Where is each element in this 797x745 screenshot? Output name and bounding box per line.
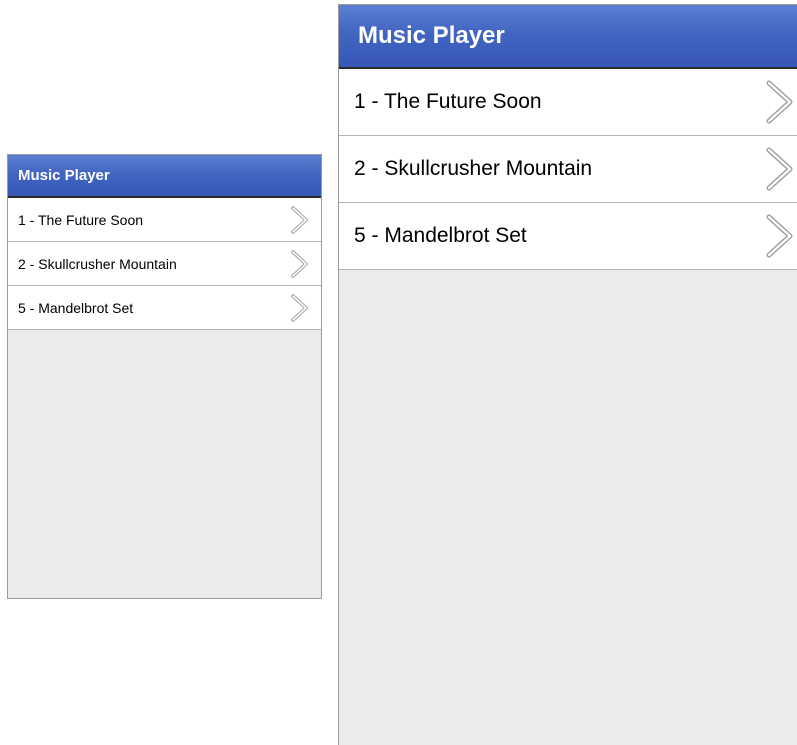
chevron-right-icon[interactable] — [291, 293, 309, 322]
track-row-3[interactable]: 5 - Mandelbrot Set — [339, 203, 797, 270]
title-bar: Music Player — [8, 155, 321, 198]
music-player-large-view: Music Player 1 - The Future Soon 2 - Sku… — [338, 4, 797, 745]
title-bar: Music Player — [339, 5, 797, 69]
track-row-2[interactable]: 2 - Skullcrusher Mountain — [8, 242, 321, 286]
track-label: 2 - Skullcrusher Mountain — [18, 255, 177, 272]
app-title: Music Player — [358, 22, 505, 49]
chevron-right-icon[interactable] — [765, 146, 795, 192]
track-label: 1 - The Future Soon — [354, 90, 542, 113]
chevron-right-icon[interactable] — [291, 249, 309, 278]
app-title: Music Player — [18, 167, 110, 184]
track-row-1[interactable]: 1 - The Future Soon — [339, 69, 797, 136]
track-list: 1 - The Future Soon 2 - Skullcrusher Mou… — [339, 69, 797, 270]
chevron-right-icon[interactable] — [765, 213, 795, 259]
chevron-right-icon[interactable] — [765, 79, 795, 125]
track-list: 1 - The Future Soon 2 - Skullcrusher Mou… — [8, 198, 321, 330]
track-row-1[interactable]: 1 - The Future Soon — [8, 198, 321, 242]
track-row-2[interactable]: 2 - Skullcrusher Mountain — [339, 136, 797, 203]
track-label: 1 - The Future Soon — [18, 211, 144, 228]
track-label: 2 - Skullcrusher Mountain — [354, 157, 593, 180]
track-row-3[interactable]: 5 - Mandelbrot Set — [8, 286, 321, 330]
chevron-right-icon[interactable] — [291, 205, 309, 234]
track-label: 5 - Mandelbrot Set — [354, 224, 527, 247]
track-label: 5 - Mandelbrot Set — [18, 299, 134, 316]
music-player-small-view: Music Player 1 - The Future Soon 2 - Sku… — [7, 154, 322, 599]
